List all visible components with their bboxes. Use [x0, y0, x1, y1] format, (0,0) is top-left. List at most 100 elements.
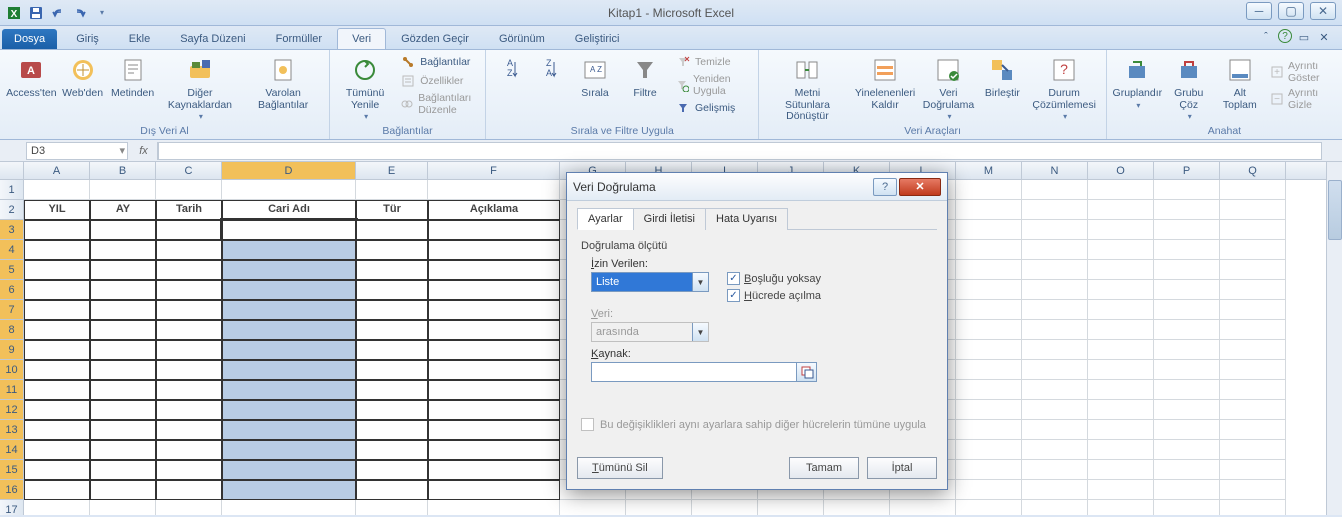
cell[interactable]	[24, 360, 90, 380]
cell[interactable]	[1088, 320, 1154, 340]
cell[interactable]	[356, 240, 428, 260]
column-header[interactable]: N	[1022, 162, 1088, 179]
cell[interactable]	[156, 240, 222, 260]
cell[interactable]: AY	[90, 200, 156, 220]
cell[interactable]	[356, 260, 428, 280]
cell[interactable]	[428, 480, 560, 500]
clear-all-button[interactable]: Tümünü SilTümünü Sil	[577, 457, 663, 479]
ribbon-tab-formüller[interactable]: Formüller	[261, 28, 337, 49]
ribbon-tab-ekle[interactable]: Ekle	[114, 28, 165, 49]
cell[interactable]	[1220, 280, 1286, 300]
cell[interactable]	[156, 300, 222, 320]
cell[interactable]	[222, 360, 356, 380]
cell[interactable]	[1088, 260, 1154, 280]
edit-links-button[interactable]: Bağlantıları Düzenle	[398, 91, 477, 117]
cell[interactable]	[956, 240, 1022, 260]
column-header[interactable]: M	[956, 162, 1022, 179]
cell[interactable]	[428, 420, 560, 440]
cell[interactable]	[428, 340, 560, 360]
cell[interactable]	[1154, 500, 1220, 515]
group-button[interactable]: Gruplandır	[1115, 52, 1160, 112]
cell[interactable]	[356, 440, 428, 460]
cell[interactable]	[90, 460, 156, 480]
close-button[interactable]: ✕	[1310, 2, 1336, 20]
cell[interactable]	[1022, 320, 1088, 340]
minimize-ribbon-icon[interactable]: ˆ	[1258, 29, 1274, 45]
ribbon-tab-görünüm[interactable]: Görünüm	[484, 28, 560, 49]
cell[interactable]	[1220, 180, 1286, 200]
column-header[interactable]: O	[1088, 162, 1154, 179]
ribbon-tab-sayfa düzeni[interactable]: Sayfa Düzeni	[165, 28, 260, 49]
fx-icon[interactable]: fx	[130, 142, 158, 160]
cell[interactable]	[90, 240, 156, 260]
cell[interactable]	[1022, 500, 1088, 515]
redo-icon[interactable]	[70, 3, 90, 23]
cell[interactable]: YIL	[24, 200, 90, 220]
cell[interactable]	[24, 300, 90, 320]
cell[interactable]	[24, 280, 90, 300]
cell[interactable]	[1088, 360, 1154, 380]
cell[interactable]	[1220, 240, 1286, 260]
cell[interactable]	[222, 240, 356, 260]
cell[interactable]	[90, 260, 156, 280]
cell[interactable]	[1154, 480, 1220, 500]
from-web-button[interactable]: Web'den	[61, 52, 105, 102]
cell[interactable]	[1154, 280, 1220, 300]
cell[interactable]	[24, 180, 90, 200]
row-header[interactable]: 9	[0, 340, 24, 360]
cell[interactable]	[222, 180, 356, 200]
cell[interactable]	[222, 260, 356, 280]
row-header[interactable]: 17	[0, 500, 24, 515]
cell[interactable]	[428, 440, 560, 460]
cell[interactable]	[24, 260, 90, 280]
cell[interactable]	[222, 380, 356, 400]
cell[interactable]	[1154, 340, 1220, 360]
cell[interactable]	[1022, 440, 1088, 460]
cell[interactable]	[156, 260, 222, 280]
row-header[interactable]: 16	[0, 480, 24, 500]
ignore-blank-checkbox[interactable]: ✓Boşluğu yoksayBoşluğu yoksay	[727, 272, 821, 285]
dialog-titlebar[interactable]: Veri Doğrulama ? ✕	[567, 173, 947, 201]
cell[interactable]	[428, 500, 560, 515]
allow-dropdown[interactable]: Liste ▼	[591, 272, 709, 292]
cell[interactable]	[1022, 340, 1088, 360]
cell[interactable]	[428, 280, 560, 300]
cell[interactable]	[428, 240, 560, 260]
cell[interactable]	[90, 320, 156, 340]
excel-icon[interactable]: X	[4, 3, 24, 23]
ribbon-tab-geliştirici[interactable]: Geliştirici	[560, 28, 635, 49]
cell[interactable]	[222, 460, 356, 480]
cell[interactable]	[156, 440, 222, 460]
cell[interactable]	[428, 400, 560, 420]
cell[interactable]	[758, 500, 824, 515]
cell[interactable]	[24, 500, 90, 515]
cell[interactable]	[956, 220, 1022, 240]
cell[interactable]	[1022, 480, 1088, 500]
cell[interactable]	[24, 440, 90, 460]
cell[interactable]	[956, 340, 1022, 360]
row-header[interactable]: 12	[0, 400, 24, 420]
ok-button[interactable]: Tamam	[789, 457, 859, 479]
cell[interactable]	[1154, 380, 1220, 400]
subtotal-button[interactable]: Alt Toplam	[1218, 52, 1262, 113]
row-header[interactable]: 15	[0, 460, 24, 480]
cell[interactable]	[956, 480, 1022, 500]
cell[interactable]	[1088, 340, 1154, 360]
cell[interactable]	[1088, 220, 1154, 240]
cell[interactable]	[626, 500, 692, 515]
cell[interactable]: Açıklama	[428, 200, 560, 220]
cell[interactable]	[356, 360, 428, 380]
chevron-down-icon[interactable]: ▼	[692, 273, 708, 291]
cell[interactable]	[428, 300, 560, 320]
cell[interactable]	[956, 180, 1022, 200]
undo-icon[interactable]	[48, 3, 68, 23]
cell[interactable]	[222, 220, 356, 240]
cell[interactable]	[956, 440, 1022, 460]
cell[interactable]	[1088, 400, 1154, 420]
row-header[interactable]: 4	[0, 240, 24, 260]
cell[interactable]	[1220, 260, 1286, 280]
cell[interactable]	[156, 380, 222, 400]
clear-filter-button[interactable]: Temizle	[673, 53, 750, 71]
cell[interactable]	[90, 220, 156, 240]
data-validation-button[interactable]: Veri Doğrulama	[923, 52, 975, 124]
